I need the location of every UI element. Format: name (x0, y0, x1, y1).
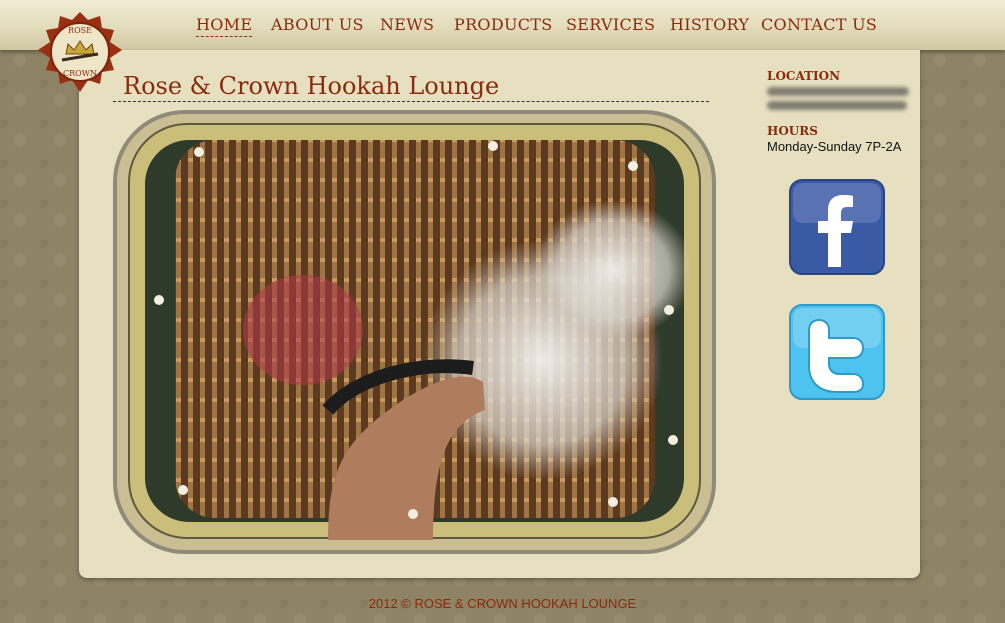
location-heading: LOCATION (767, 69, 841, 83)
logo-top-text: ROSE (68, 26, 92, 35)
location-address-line-2 (767, 101, 907, 110)
location-address-line-1 (767, 87, 909, 96)
top-nav-bar: HOME ABOUT US NEWS PRODUCTS SERVICES HIS… (0, 0, 1005, 50)
footer-copyright: 2012 © ROSE & CROWN HOOKAH LOUNGE (368, 596, 637, 611)
nav-history[interactable]: HISTORY (670, 15, 749, 34)
nav-about-us[interactable]: ABOUT US (271, 15, 364, 34)
facebook-icon (789, 179, 885, 275)
nav-news[interactable]: NEWS (380, 15, 434, 34)
smoke-cloud-upper (533, 200, 693, 340)
title-divider (113, 101, 709, 102)
hookah-photo (113, 110, 716, 554)
logo-bottom-text: CROWN (63, 69, 97, 78)
twitter-button[interactable] (789, 304, 885, 400)
hours-heading: HOURS (767, 124, 818, 138)
twitter-icon (789, 304, 885, 400)
facebook-button[interactable] (789, 179, 885, 275)
nav-contact-us[interactable]: CONTACT US (761, 15, 877, 34)
hours-text: Monday-Sunday 7P-2A (767, 139, 902, 154)
page-title: Rose & Crown Hookah Lounge (123, 72, 500, 100)
nav-services[interactable]: SERVICES (566, 15, 655, 34)
site-logo[interactable]: ROSE CROWN (30, 10, 130, 94)
curtain-flower (243, 275, 363, 385)
nav-products[interactable]: PRODUCTS (454, 15, 553, 34)
nav-home[interactable]: HOME (196, 15, 253, 37)
